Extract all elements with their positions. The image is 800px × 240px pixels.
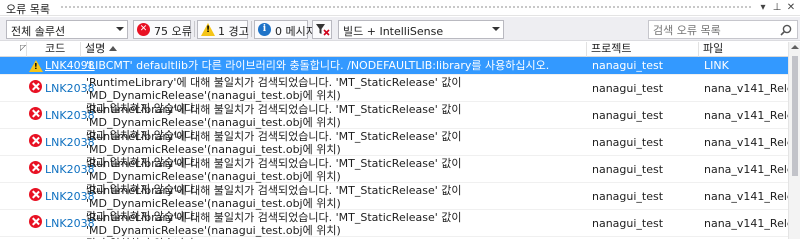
error-file: nana_v141_Release_x	[704, 190, 788, 203]
error-project: nanagui_test	[592, 136, 664, 149]
error-description: 'LIBCMT' defaultlib가 다른 라이브러리와 충돌합니다. /N…	[86, 59, 550, 72]
chevron-down-icon	[116, 27, 124, 31]
error-file: nana_v141_Release_x	[704, 136, 788, 149]
error-list-toolbar: 전체 솔루션 ✕ 75 오류 1 경고 i 0 메시지 빌드 + Intelli…	[0, 17, 800, 41]
warnings-label: 1 경고	[218, 25, 249, 38]
error-list-rows: LNK4098 'LIBCMT' defaultlib가 다른 라이브러리와 충…	[0, 57, 788, 239]
error-file: nana_v141_Release_x	[704, 82, 788, 95]
error-list-header: ◸ 코드 설명 프로젝트 파일	[0, 42, 800, 57]
scroll-up-icon[interactable]	[791, 45, 799, 49]
error-project: nanagui_test	[592, 59, 664, 72]
project-column-label: 프로젝트	[591, 42, 632, 55]
project-column-header[interactable]: 프로젝트	[587, 42, 699, 57]
pin-icon[interactable]: ⊥	[770, 1, 784, 15]
column-filter-icon: ◸	[20, 43, 27, 52]
error-icon	[29, 161, 42, 174]
severity-column-header[interactable]: ◸	[0, 42, 27, 57]
error-description: 'RuntimeLibrary'에 대해 불일치가 검색되었습니다. 'MT_S…	[86, 211, 462, 239]
vertical-scrollbar[interactable]	[788, 42, 800, 239]
table-row[interactable]: LNK2038 'RuntimeLibrary'에 대해 불일치가 검색되었습니…	[0, 183, 788, 223]
info-icon: i	[258, 23, 271, 36]
error-file: nana_v141_Release_x	[704, 109, 788, 122]
messages-toggle-button[interactable]: i 0 메시지	[254, 20, 316, 39]
close-icon[interactable]: ✕	[784, 1, 798, 15]
table-row[interactable]: LNK2038 'RuntimeLibrary'에 대해 불일치가 검색되었습니…	[0, 75, 788, 115]
window-titlebar: 오류 목록 ▾ ⊥ ✕	[0, 0, 800, 16]
error-project: nanagui_test	[592, 190, 664, 203]
error-file: nana_v141_Release_x	[704, 163, 788, 176]
filter-button[interactable]	[312, 20, 332, 39]
scrollbar-thumb[interactable]	[792, 56, 798, 176]
code-column-header[interactable]: 코드	[27, 42, 81, 57]
error-file: LINK	[704, 59, 729, 72]
file-column-label: 파일	[703, 42, 724, 55]
error-project: nanagui_test	[592, 163, 664, 176]
error-project: nanagui_test	[592, 82, 664, 95]
source-dropdown[interactable]: 빌드 + IntelliSense	[338, 20, 504, 39]
errors-label: 75 오류	[154, 25, 192, 38]
window-menu-icon[interactable]: ▾	[756, 1, 770, 15]
description-column-label: 설명	[85, 42, 106, 55]
table-row[interactable]: LNK2038 'RuntimeLibrary'에 대해 불일치가 검색되었습니…	[0, 129, 788, 169]
toolbar-divider	[194, 21, 195, 37]
errors-toggle-button[interactable]: ✕ 75 오류	[133, 20, 192, 39]
error-project: nanagui_test	[592, 217, 664, 230]
error-icon	[29, 107, 42, 120]
error-icon	[29, 215, 42, 228]
table-row[interactable]: LNK2038 'RuntimeLibrary'에 대해 불일치가 검색되었습니…	[0, 210, 788, 239]
error-project: nanagui_test	[592, 109, 664, 122]
sort-ascending-icon	[109, 46, 118, 51]
chevron-down-icon	[492, 27, 500, 31]
error-icon	[29, 134, 42, 147]
window-title: 오류 목록	[6, 3, 50, 16]
messages-label: 0 메시지	[275, 25, 316, 38]
titlebar-grip[interactable]	[60, 5, 752, 10]
scope-value: 전체 솔루션	[11, 25, 66, 38]
warnings-toggle-button[interactable]: 1 경고	[197, 20, 249, 39]
error-icon	[29, 80, 42, 93]
table-row[interactable]: LNK4098 'LIBCMT' defaultlib가 다른 라이브러리와 충…	[0, 57, 788, 75]
error-file: nana_v141_Release_x	[704, 217, 788, 230]
error-icon: ✕	[137, 23, 150, 36]
filter-icon	[316, 24, 330, 36]
toolbar-divider	[251, 21, 252, 37]
warning-icon	[29, 60, 43, 72]
table-row[interactable]: LNK2038 'RuntimeLibrary'에 대해 불일치가 검색되었습니…	[0, 156, 788, 196]
description-column-header[interactable]: 설명	[81, 42, 587, 57]
search-box[interactable]	[648, 20, 798, 39]
source-value: 빌드 + IntelliSense	[343, 25, 444, 38]
search-icon[interactable]	[779, 23, 793, 37]
warning-icon	[201, 23, 215, 36]
search-input[interactable]	[653, 22, 775, 38]
table-row[interactable]: LNK2038 'RuntimeLibrary'에 대해 불일치가 검색되었습니…	[0, 102, 788, 142]
code-column-label: 코드	[45, 42, 66, 55]
scope-dropdown[interactable]: 전체 솔루션	[6, 20, 128, 39]
error-icon	[29, 188, 42, 201]
file-column-header[interactable]: 파일	[699, 42, 788, 57]
